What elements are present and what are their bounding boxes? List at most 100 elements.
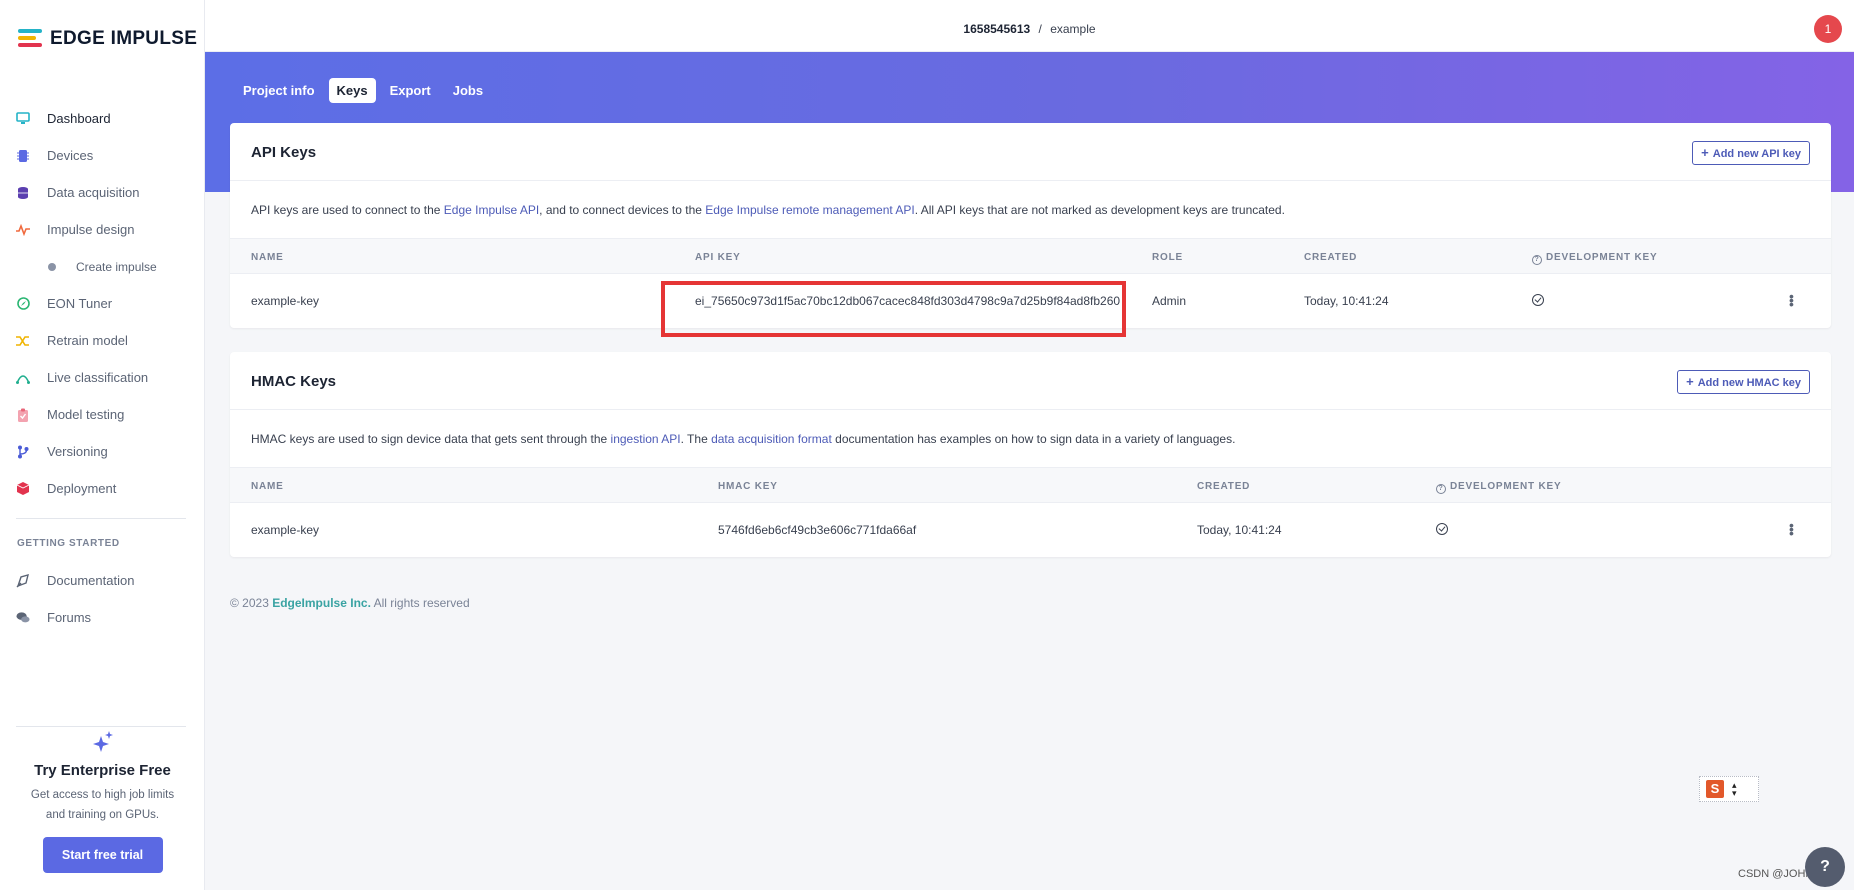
sidebar-item-forums[interactable]: Forums [0,599,205,636]
ingestion-api-link[interactable]: ingestion API [611,432,681,446]
sogou-ime-icon: S [1706,780,1724,798]
desc-text: documentation has examples on how to sig… [831,432,1236,446]
sidebar-item-deployment[interactable]: Deployment [0,470,205,507]
sidebar-item-model-testing[interactable]: Model testing [0,396,205,433]
hmac-keys-card: HMAC Keys + Add new HMAC key HMAC keys ar… [230,352,1831,557]
cube-icon [16,482,30,496]
promo-text: Get access to high job limits and traini… [0,785,205,825]
chat-icon [16,611,30,625]
page-footer: © 2023 EdgeImpulse Inc. All rights reser… [230,596,470,610]
sidebar-item-devices[interactable]: Devices [0,137,205,174]
breadcrumb-separator: / [1038,22,1042,36]
help-button[interactable]: ? [1805,847,1845,887]
rights-text: All rights reserved [370,596,470,610]
sidebar-item-label: Impulse design [47,222,135,237]
ime-toolbar[interactable]: S ▴ ▾ [1699,776,1759,802]
breadcrumb-project-name[interactable]: example [1050,22,1095,36]
sidebar-item-documentation[interactable]: Documentation [0,562,205,599]
sidebar-item-label: EON Tuner [47,296,113,311]
tab-jobs[interactable]: Jobs [445,78,491,103]
card-header: API Keys + Add new API key [230,123,1831,181]
add-hmac-key-button[interactable]: + Add new HMAC key [1677,370,1810,394]
sidebar-item-impulse-design[interactable]: Impulse design [0,211,205,248]
remote-management-api-link[interactable]: Edge Impulse remote management API [705,203,914,217]
card-description: API keys are used to connect to the Edge… [230,181,1831,239]
sidebar-item-eon-tuner[interactable]: EON Tuner [0,285,205,322]
desc-text: , and to connect devices to the [539,203,706,217]
sidebar-item-label: Versioning [47,444,108,459]
breadcrumb-project-id[interactable]: 1658545613 [963,22,1030,36]
column-header: ROLE [1152,252,1183,263]
edge-impulse-api-link[interactable]: Edge Impulse API [444,203,539,217]
sidebar-item-label: Devices [47,148,94,163]
desc-text: . All API keys that are not marked as de… [914,203,1285,217]
sidebar-subitem-create-impulse[interactable]: Create impulse [0,248,205,285]
sidebar-item-label: Model testing [47,407,125,422]
card-title: API Keys [251,144,317,161]
card-header: HMAC Keys + Add new HMAC key [230,352,1831,410]
sidebar-item-versioning[interactable]: Versioning [0,433,205,470]
column-header: ? DEVELOPMENT KEY [1436,481,1561,494]
breadcrumb: 1658545613 / example [205,22,1854,36]
plus-icon: + [1701,145,1709,160]
card-description: HMAC keys are used to sign device data t… [230,410,1831,468]
chip-icon [16,149,30,163]
annotation-highlight-box [661,281,1126,337]
add-api-key-button[interactable]: + Add new API key [1692,141,1810,165]
start-free-trial-button[interactable]: Start free trial [42,837,163,873]
top-bar: 1658545613 / example 1 [205,0,1854,52]
edge-impulse-logo-icon [18,29,42,49]
row-menu-icon[interactable]: • • • [1789,518,1794,540]
clipboard-icon [16,408,30,422]
key-created: Today, 10:41:24 [1304,294,1389,308]
tab-project-info[interactable]: Project info [235,78,323,103]
development-key-check-icon [1436,523,1448,538]
sidebar-item-label: Forums [47,610,92,625]
column-header: ? DEVELOPMENT KEY [1532,252,1657,265]
brand-name: EDGE IMPULSE [50,28,198,49]
hmac-key-value[interactable]: 5746fd6eb6cf49cb3e606c771fda66af [718,523,916,537]
key-role: Admin [1152,294,1187,308]
card-title: HMAC Keys [251,373,337,390]
sidebar-item-live-classification[interactable]: Live classification [0,359,205,396]
promo-title: Try Enterprise Free [34,762,171,779]
tab-export[interactable]: Export [382,78,439,103]
sparkles-icon [0,730,205,754]
sidebar-subitem-label: Create impulse [76,259,157,274]
column-header: NAME [251,252,284,263]
column-header-label: DEVELOPMENT KEY [1450,481,1562,492]
sidebar-divider [16,518,186,519]
sidebar-item-retrain-model[interactable]: Retrain model [0,322,205,359]
wave-icon [16,371,30,385]
plus-icon: + [1686,374,1694,389]
sidebar-item-data-acquisition[interactable]: Data acquisition [0,174,205,211]
brand-logo[interactable]: EDGE IMPULSE [18,28,197,50]
column-header-label: DEVELOPMENT KEY [1546,252,1658,263]
sidebar-item-label: Deployment [47,481,117,496]
bullet-icon [48,262,56,271]
getting-started-heading: GETTING STARTED [17,538,120,549]
key-name: example-key [251,294,320,308]
sidebar-item-dashboard[interactable]: Dashboard [0,100,205,137]
development-key-check-icon [1532,294,1544,309]
tab-keys[interactable]: Keys [328,78,376,103]
data-acquisition-format-link[interactable]: data acquisition format [711,432,832,446]
sidebar-item-label: Retrain model [47,333,128,348]
pulse-icon [16,223,30,237]
copyright-text: © 2023 [230,596,273,610]
promo-text-line: and training on GPUs. [45,809,160,821]
database-icon [16,186,30,200]
row-menu-icon[interactable]: • • • [1789,289,1794,311]
key-created: Today, 10:41:24 [1197,523,1282,537]
shuffle-icon [16,334,30,348]
desc-text: HMAC keys are used to sign device data t… [251,432,611,446]
notification-badge[interactable]: 1 [1814,15,1842,43]
sidebar-item-label: Live classification [47,370,149,385]
company-link[interactable]: EdgeImpulse Inc. [272,596,371,610]
desc-text: . The [680,432,712,446]
sidebar-nav: Dashboard Devices Data acquisition Impul… [0,100,205,507]
sidebar-item-label: Data acquisition [47,185,140,200]
monitor-icon [16,112,30,126]
column-header: API KEY [695,252,741,263]
help-icon: ? [1532,255,1542,265]
